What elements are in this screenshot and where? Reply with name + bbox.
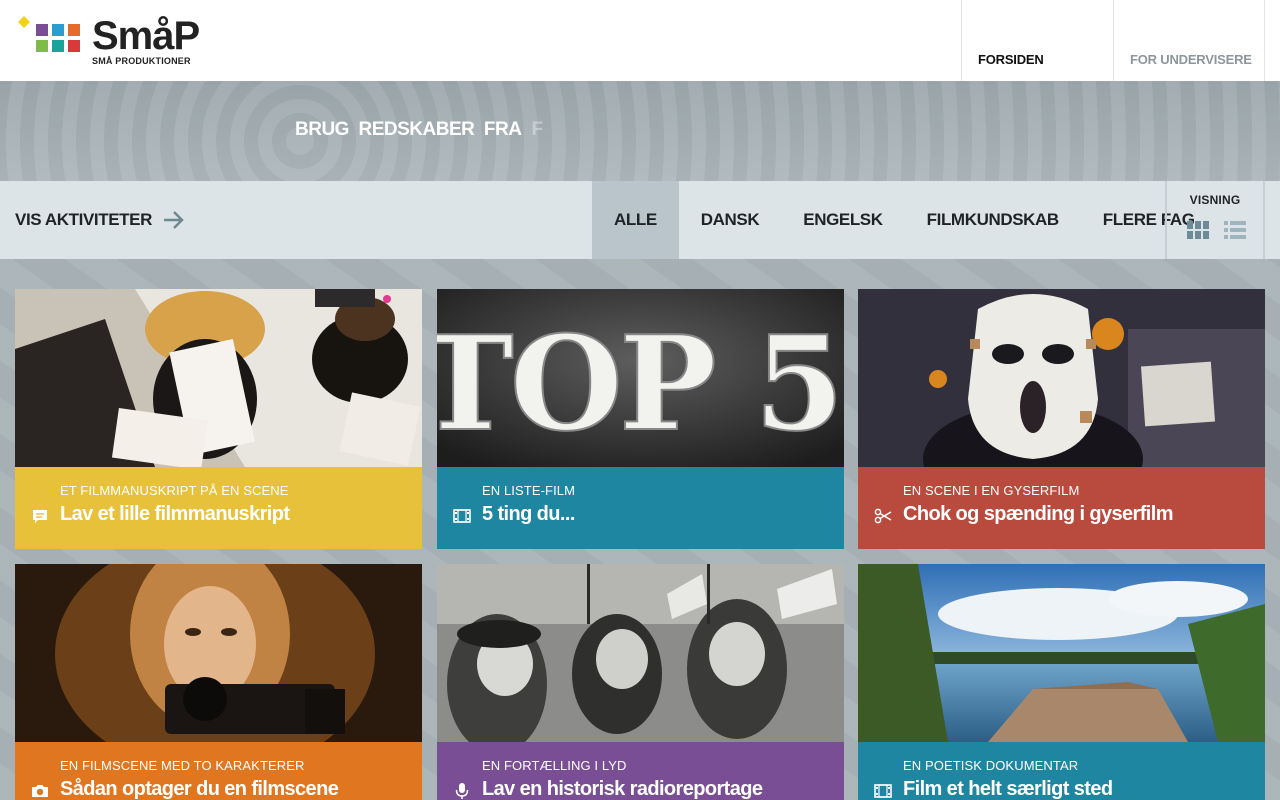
- activity-card[interactable]: EN FORTÆLLING I LYD Lav en historisk rad…: [437, 564, 844, 800]
- card-image-lake-pier: [858, 564, 1265, 742]
- card-caption: EN SCENE I EN GYSERFILM Chok og spænding…: [858, 467, 1265, 549]
- visning-label: VISNING: [1189, 193, 1241, 207]
- activity-card[interactable]: EN FILMSCENE MED TO KARAKTERER Sådan opt…: [15, 564, 422, 800]
- filter-alle[interactable]: ALLE: [592, 181, 679, 259]
- logo-wordmark: SmåP: [92, 14, 200, 58]
- card-title: 5 ting du...: [482, 503, 575, 525]
- subject-filters: ALLE DANSK ENGELSK FILMKUNDSKAB FLERE FA…: [592, 181, 1217, 259]
- top5-image-text: TOP 5: [437, 307, 840, 460]
- card-caption: EN POETISK DOKUMENTAR Film et helt særli…: [858, 742, 1265, 800]
- speech-bubble-icon: [33, 510, 47, 523]
- activity-grid: ET FILMMANUSKRIPT PÅ EN SCENE Lav et lil…: [0, 259, 1280, 800]
- card-caption: EN LISTE-FILM 5 ting du...: [437, 467, 844, 549]
- card-image-historic-crowd: [437, 564, 844, 742]
- arrow-right-icon: [163, 211, 184, 229]
- activity-card[interactable]: EN SCENE I EN GYSERFILM Chok og spænding…: [858, 289, 1265, 549]
- card-subtitle: EN POETISK DOKUMENTAR: [903, 758, 1079, 773]
- activity-card[interactable]: EN POETISK DOKUMENTAR Film et helt særli…: [858, 564, 1265, 800]
- site-header: SmåP SMÅ PRODUKTIONER FORSIDEN FOR UNDER…: [0, 0, 1280, 81]
- film-strip-icon: [874, 784, 892, 798]
- card-title: Chok og spænding i gyserfilm: [903, 503, 1173, 525]
- banner-tagline-fade: F: [531, 119, 543, 140]
- card-subtitle: EN SCENE I EN GYSERFILM: [903, 483, 1080, 498]
- card-title: Film et helt særligt sted: [903, 778, 1113, 800]
- activity-card[interactable]: ET FILMMANUSKRIPT PÅ EN SCENE Lav et lil…: [15, 289, 422, 549]
- card-subtitle: ET FILMMANUSKRIPT PÅ EN SCENE: [60, 483, 289, 498]
- scissors-icon: [874, 508, 892, 524]
- filter-engelsk[interactable]: ENGELSK: [781, 181, 904, 259]
- hero-banner: BRUG REDSKABER FRA F: [0, 81, 1280, 181]
- microphone-icon: [455, 783, 469, 799]
- card-caption: EN FILMSCENE MED TO KARAKTERER Sådan opt…: [15, 742, 422, 800]
- logo-subtitle: SMÅ PRODUKTIONER: [92, 56, 191, 66]
- vis-aktiviteter-label: VIS AKTIVITETER: [15, 210, 152, 229]
- logo-squares-icon: [18, 16, 80, 52]
- card-image-girl-camera: [15, 564, 422, 742]
- filter-bar: VIS AKTIVITETER ALLE DANSK ENGELSK FILMK…: [0, 181, 1280, 259]
- nav-for-undervisere[interactable]: FOR UNDERVISERE: [1113, 0, 1265, 81]
- activity-card[interactable]: TOP 5 EN LISTE-FILM 5 ting du...: [437, 289, 844, 549]
- list-view-icon[interactable]: [1224, 221, 1246, 239]
- card-title: Sådan optager du en filmscene: [60, 778, 339, 800]
- card-image-top5: TOP 5: [437, 289, 844, 467]
- grid-view-icon[interactable]: [1187, 221, 1209, 239]
- card-title: Lav et lille filmmanuskript: [60, 503, 290, 525]
- top-navigation: FORSIDEN FOR UNDERVISERE: [961, 0, 1265, 81]
- card-image-kids-writing: [15, 289, 422, 467]
- card-subtitle: EN LISTE-FILM: [482, 483, 576, 498]
- banner-tagline-text: BRUG REDSKABER FRA: [295, 119, 522, 140]
- card-subtitle: EN FORTÆLLING I LYD: [482, 758, 627, 773]
- card-caption: ET FILMMANUSKRIPT PÅ EN SCENE Lav et lil…: [15, 467, 422, 549]
- filter-filmkundskab[interactable]: FILMKUNDSKAB: [905, 181, 1081, 259]
- card-caption: EN FORTÆLLING I LYD Lav en historisk rad…: [437, 742, 844, 800]
- site-logo[interactable]: SmåP SMÅ PRODUKTIONER: [14, 14, 214, 70]
- filter-dansk[interactable]: DANSK: [679, 181, 781, 259]
- card-subtitle: EN FILMSCENE MED TO KARAKTERER: [60, 758, 305, 773]
- vis-aktiviteter-button[interactable]: VIS AKTIVITETER: [15, 181, 186, 259]
- nav-forsiden[interactable]: FORSIDEN: [961, 0, 1113, 81]
- banner-tagline: BRUG REDSKABER FRA F: [295, 119, 543, 141]
- film-strip-icon: [453, 509, 471, 523]
- camera-icon: [32, 785, 48, 797]
- view-switcher: VISNING: [1165, 181, 1265, 259]
- card-image-horror-mask: [858, 289, 1265, 467]
- card-title: Lav en historisk radioreportage: [482, 778, 763, 800]
